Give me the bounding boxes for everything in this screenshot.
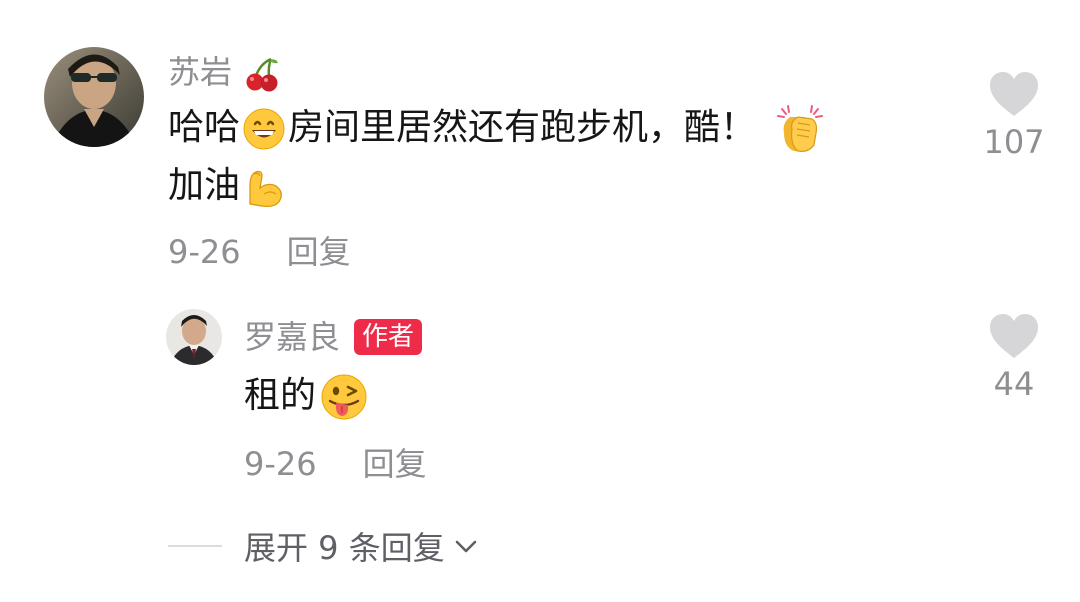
- like-count: 107: [983, 123, 1045, 161]
- grinning-face-emoji: [242, 107, 286, 151]
- chevron-down-icon: [455, 540, 477, 553]
- comment-author[interactable]: 苏岩: [168, 52, 282, 92]
- expand-replies-button[interactable]: 展开 9 条回复: [168, 524, 481, 568]
- clapping-hands-emoji: [774, 103, 826, 155]
- reply-button[interactable]: 回复: [363, 445, 427, 483]
- reply-author-name: 罗嘉良: [244, 318, 341, 356]
- reply-text: 租的: [244, 368, 372, 424]
- reply-text-content: 租的: [244, 375, 317, 416]
- avatar[interactable]: [44, 47, 144, 147]
- reply-button[interactable]: 回复: [287, 233, 351, 271]
- comment-date: 9-26: [168, 233, 241, 271]
- heart-icon: [990, 314, 1038, 358]
- like-button[interactable]: 44: [974, 312, 1054, 404]
- expand-replies-label: 展开 9 条回复: [244, 529, 445, 567]
- comment-thread: 苏岩 哈哈 房间里居然还有跑步机，酷！ 加油 9-26 回复 107 罗嘉良 作…: [0, 0, 1080, 602]
- comment-text-part2: 房间里居然还有跑步机，酷！: [288, 107, 757, 148]
- divider: [168, 545, 222, 547]
- comment-text-line2-text: 加油: [168, 165, 241, 206]
- author-name-text: 苏岩: [168, 53, 233, 91]
- cherries-emoji: [244, 56, 280, 92]
- reply-meta: 9-26 回复: [244, 444, 427, 484]
- reply-author[interactable]: 罗嘉良 作者: [244, 317, 423, 357]
- winking-tongue-face-emoji: [318, 371, 370, 423]
- flexed-biceps-emoji: [242, 164, 288, 210]
- author-badge: 作者: [354, 319, 423, 355]
- heart-icon: [990, 72, 1038, 116]
- comment-text: 哈哈 房间里居然还有跑步机，酷！: [168, 100, 828, 156]
- reply-date: 9-26: [244, 445, 317, 483]
- avatar[interactable]: [166, 309, 222, 365]
- comment-meta: 9-26 回复: [168, 232, 351, 272]
- like-button[interactable]: 107: [974, 70, 1054, 162]
- comment-text-line2: 加油: [168, 158, 290, 214]
- like-count: 44: [993, 365, 1035, 403]
- comment-text-part1: 哈哈: [168, 107, 241, 148]
